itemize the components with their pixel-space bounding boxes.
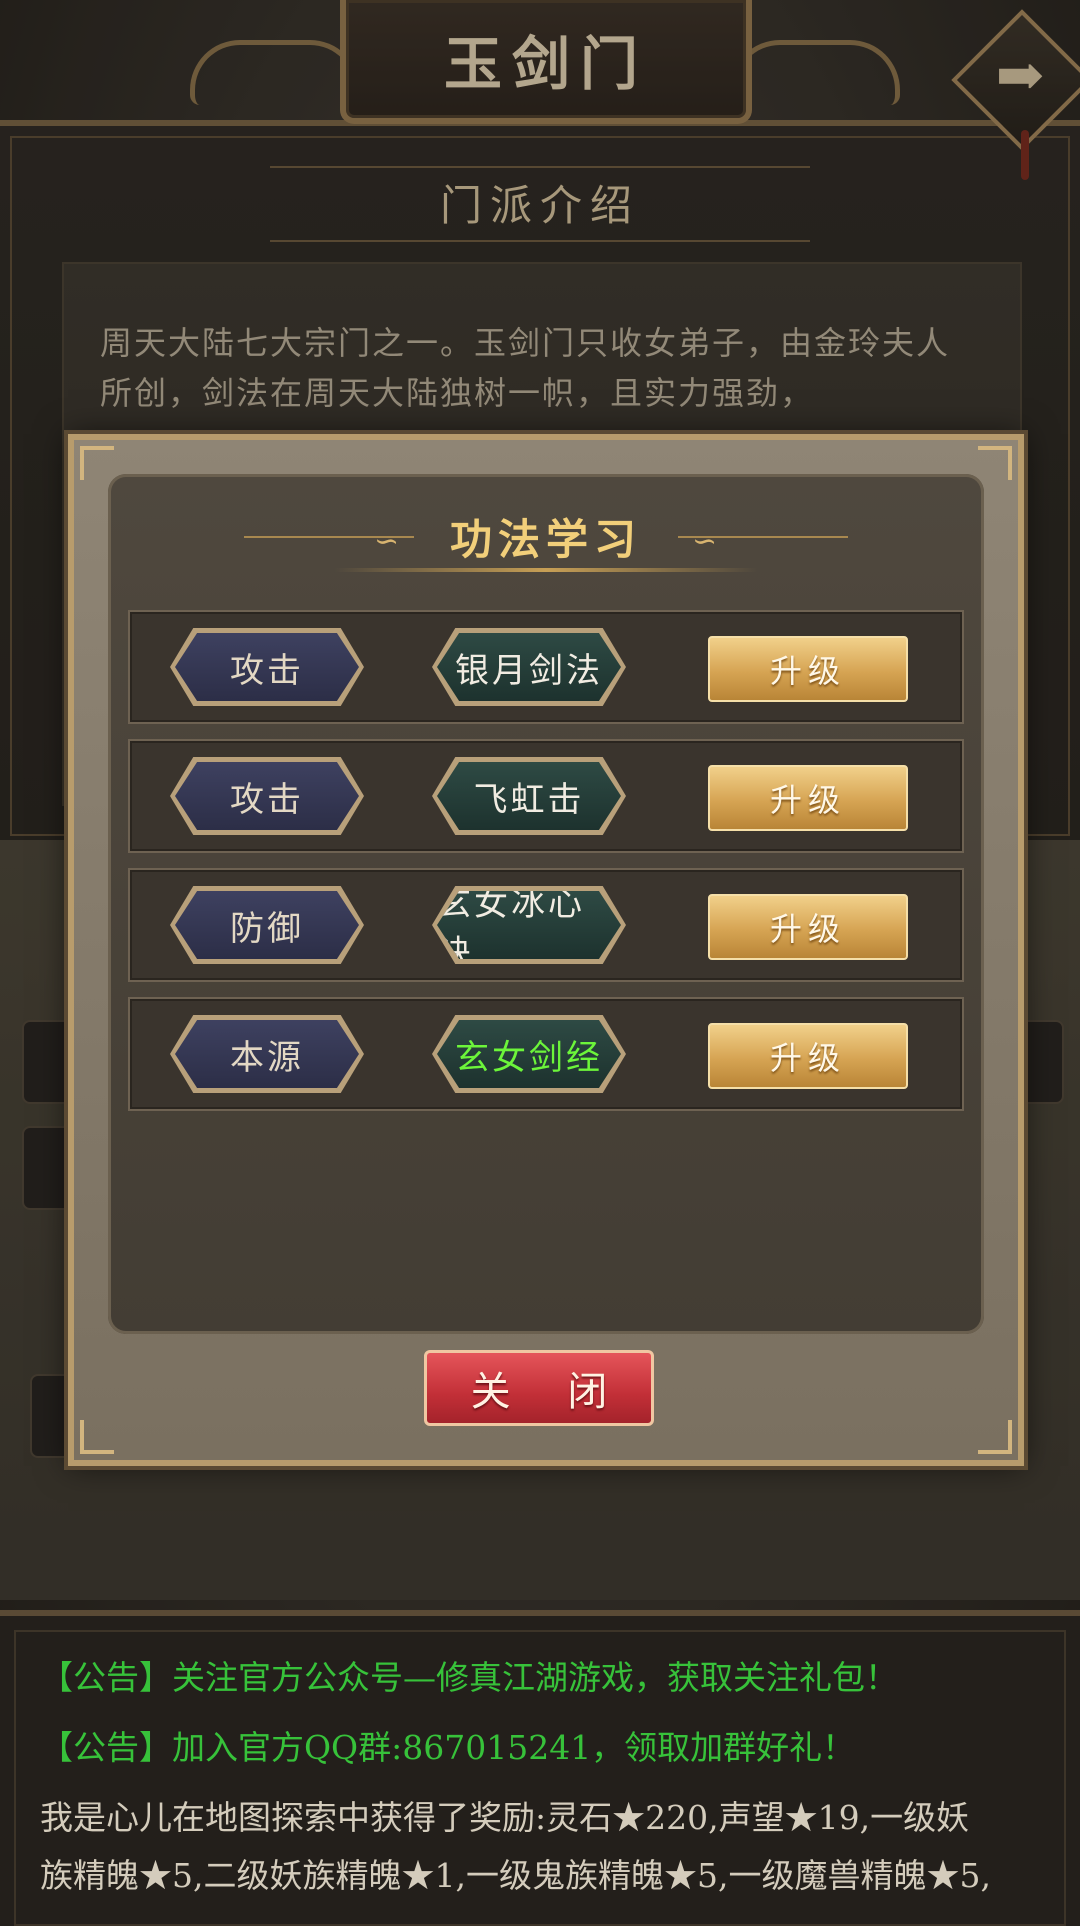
corner-ornament: [978, 1420, 1012, 1454]
corner-ornament: [80, 1420, 114, 1454]
skill-name-badge[interactable]: 飞虹击: [432, 757, 626, 835]
skill-type-label: 防御: [175, 891, 359, 959]
skill-type-label: 攻击: [175, 762, 359, 830]
skill-type-badge: 攻击: [170, 757, 364, 835]
skill-type-label: 本源: [175, 1020, 359, 1088]
announcement-line: 【公告】加入官方QQ群:867015241，领取加群好礼！: [40, 1728, 856, 1767]
skill-row: 本源 玄女剑经 升级: [128, 997, 964, 1111]
skill-name-label: 飞虹击: [437, 762, 621, 830]
skill-type-label: 攻击: [175, 633, 359, 701]
skill-type-badge: 防御: [170, 886, 364, 964]
close-button[interactable]: 关 闭: [424, 1350, 654, 1426]
skill-type-badge: 攻击: [170, 628, 364, 706]
skill-name-label: 玄女剑经: [437, 1020, 621, 1088]
corner-ornament: [978, 446, 1012, 480]
upgrade-button[interactable]: 升级: [708, 636, 908, 702]
skill-learning-modal: ∽ 功法学习 ∽ 攻击 银月剑法 升级 攻击 飞虹击 升级 防御 玄女冰心诀 升…: [68, 434, 1024, 1466]
skill-row: 攻击 飞虹击 升级: [128, 739, 964, 853]
skill-row: 防御 玄女冰心诀 升级: [128, 868, 964, 982]
upgrade-button[interactable]: 升级: [708, 1023, 908, 1089]
skill-name-label: 玄女冰心诀: [437, 891, 621, 959]
upgrade-button[interactable]: 升级: [708, 765, 908, 831]
skill-name-badge[interactable]: 玄女剑经: [432, 1015, 626, 1093]
skill-name-badge[interactable]: 玄女冰心诀: [432, 886, 626, 964]
skill-type-badge: 本源: [170, 1015, 364, 1093]
announcement-line: 【公告】关注官方公众号—修真江湖游戏，获取关注礼包！: [40, 1658, 898, 1697]
upgrade-button[interactable]: 升级: [708, 894, 908, 960]
corner-ornament: [80, 446, 114, 480]
chat-message-line: 族精魄★5,二级妖族精魄★1,一级鬼族精魄★5,一级魔兽精魄★5,: [40, 1856, 991, 1895]
skill-name-label: 银月剑法: [437, 633, 621, 701]
title-underline: [334, 568, 758, 572]
skill-name-badge[interactable]: 银月剑法: [432, 628, 626, 706]
chat-message-line: 我是心儿在地图探索中获得了奖励:灵石★220,声望★19,一级妖: [40, 1798, 970, 1837]
modal-title: 功法学习: [449, 515, 642, 564]
announcement-panel: 【公告】关注官方公众号—修真江湖游戏，获取关注礼包！ 【公告】加入官方QQ群:8…: [0, 1610, 1080, 1926]
cloud-curl-icon: ∽: [692, 524, 718, 559]
divider: [678, 536, 848, 538]
skill-row: 攻击 银月剑法 升级: [128, 610, 964, 724]
